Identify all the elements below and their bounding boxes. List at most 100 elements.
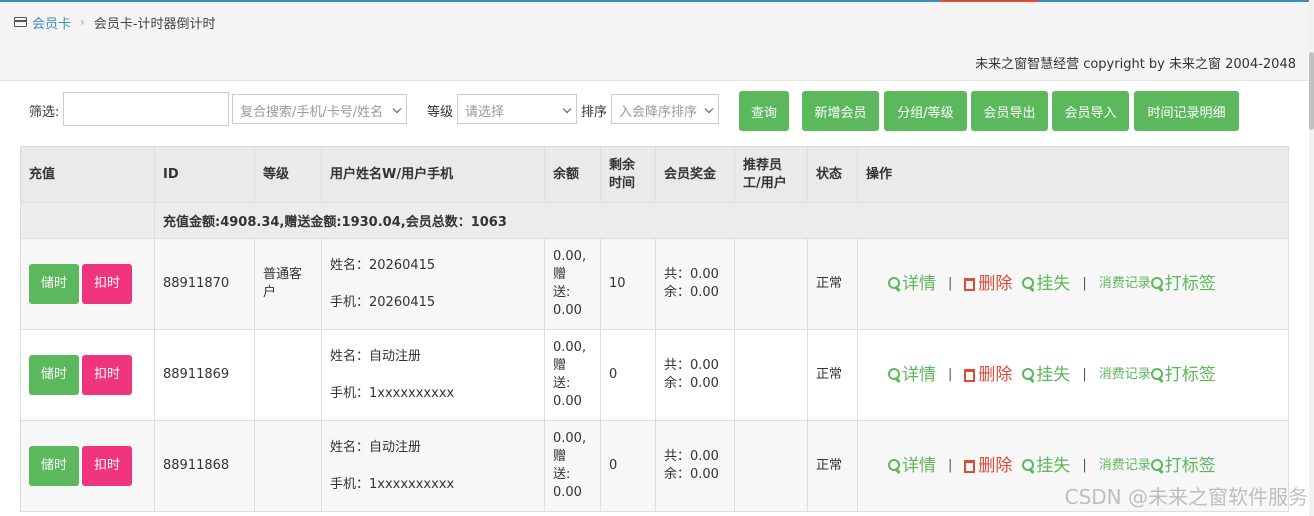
bonus-cell: 共：0.00 余：0.00 bbox=[655, 329, 735, 421]
search-icon bbox=[888, 277, 900, 291]
bonus-cell: 共：0.00 余：0.00 bbox=[655, 238, 735, 330]
balance-line3: 送: bbox=[553, 285, 571, 300]
chevron-right-icon: › bbox=[80, 15, 85, 29]
user-cell: 姓名：自动注册 手机：1xxxxxxxxxx bbox=[321, 420, 545, 512]
delete-link[interactable]: 删除 bbox=[964, 457, 1012, 475]
store-time-button[interactable]: 储时 bbox=[29, 355, 79, 395]
ops-cell: 详情 | 删除 挂失 | 消费记录 打标签 bbox=[857, 329, 1289, 421]
search-icon bbox=[888, 368, 900, 382]
deduct-time-button[interactable]: 扣时 bbox=[82, 355, 132, 395]
user-cell: 姓名：20260415 手机：20260415 bbox=[321, 238, 545, 330]
breadcrumb-root-link[interactable]: 会员卡 bbox=[32, 13, 71, 32]
header-remaining-line2: 时间 bbox=[609, 175, 636, 191]
referrer-cell bbox=[734, 238, 808, 330]
level-cell: 普通客户 bbox=[254, 238, 322, 330]
balance-cell: 0.00, 赠 送: 0.00 bbox=[544, 329, 601, 421]
user-name: 姓名：自动注册 bbox=[330, 348, 422, 364]
level-cell bbox=[254, 329, 322, 421]
balance-line1: 0.00, bbox=[553, 340, 587, 355]
card-icon bbox=[14, 17, 27, 27]
level-select[interactable]: 请选择 bbox=[457, 94, 577, 124]
table-row: 储时 扣时 88911869 姓名：自动注册 手机：1xxxxxxxxxx 0.0… bbox=[20, 329, 1289, 421]
top-accent-red bbox=[940, 0, 1038, 2]
deduct-time-button[interactable]: 扣时 bbox=[82, 446, 132, 486]
bonus-total: 共：0.00 bbox=[664, 449, 719, 464]
balance-line2: 赠 bbox=[553, 358, 567, 373]
member-export-button[interactable]: 会员导出 bbox=[971, 91, 1048, 131]
search-icon bbox=[1022, 277, 1035, 291]
header-remaining-line1: 剩余 bbox=[609, 157, 636, 173]
remaining-cell: 10 bbox=[600, 238, 656, 330]
consumption-records-link[interactable]: 消费记录 bbox=[1099, 457, 1151, 475]
top-accent-line bbox=[0, 0, 1314, 2]
referrer-cell bbox=[734, 420, 808, 512]
deduct-time-button[interactable]: 扣时 bbox=[82, 264, 132, 304]
ops-cell: 详情 | 删除 挂失 | 消费记录 打标签 bbox=[857, 238, 1289, 330]
filter-input[interactable] bbox=[63, 92, 229, 126]
header-remaining: 剩余 时间 bbox=[600, 146, 656, 203]
delete-link[interactable]: 删除 bbox=[964, 366, 1012, 384]
search-icon bbox=[888, 459, 900, 473]
balance-line2: 赠 bbox=[553, 267, 567, 282]
balance-line3: 送: bbox=[553, 467, 571, 482]
report-lost-link[interactable]: 挂失 bbox=[1022, 366, 1070, 384]
consumption-records-link[interactable]: 消费记录 bbox=[1099, 275, 1151, 293]
balance-line4: 0.00 bbox=[553, 394, 582, 409]
user-gap bbox=[330, 366, 536, 385]
store-time-button[interactable]: 储时 bbox=[29, 446, 79, 486]
detail-label: 详情 bbox=[902, 456, 936, 476]
sort-label: 排序 bbox=[581, 105, 608, 120]
recharge-cell: 储时 扣时 bbox=[20, 420, 155, 512]
detail-link[interactable]: 详情 bbox=[888, 457, 936, 475]
header-bonus: 会员奖金 bbox=[655, 146, 735, 203]
detail-label: 详情 bbox=[902, 274, 936, 294]
header-level: 等级 bbox=[254, 146, 322, 203]
tag-link[interactable]: 打标签 bbox=[1150, 366, 1216, 384]
detail-link[interactable]: 详情 bbox=[888, 366, 936, 384]
search-icon bbox=[1150, 459, 1163, 473]
tag-link[interactable]: 打标签 bbox=[1150, 274, 1216, 294]
chevron-down-icon bbox=[392, 104, 402, 114]
group-level-button[interactable]: 分组/等级 bbox=[884, 91, 967, 131]
balance-line4: 0.00 bbox=[553, 303, 582, 318]
table-row: 储时 扣时 88911870 普通客户 姓名：20260415 手机：202604… bbox=[20, 238, 1289, 330]
header-id: ID bbox=[154, 146, 255, 203]
detail-label: 详情 bbox=[902, 365, 936, 385]
header-referrer-line2: 工/用户 bbox=[743, 175, 787, 191]
balance-line4: 0.00 bbox=[553, 485, 582, 500]
separator: | bbox=[1082, 458, 1087, 473]
header-user: 用户姓名W/用户手机 bbox=[321, 146, 545, 203]
detail-link[interactable]: 详情 bbox=[888, 275, 936, 293]
lost-label: 挂失 bbox=[1036, 456, 1071, 476]
vertical-scrollbar[interactable] bbox=[1309, 0, 1314, 516]
status-cell: 正常 bbox=[807, 329, 858, 421]
scrollbar-thumb[interactable] bbox=[1309, 52, 1314, 130]
lost-label: 挂失 bbox=[1036, 365, 1071, 385]
tag-link[interactable]: 打标签 bbox=[1150, 457, 1216, 475]
balance-cell: 0.00, 赠 送: 0.00 bbox=[544, 420, 601, 512]
sort-select[interactable]: 入会降序排序 bbox=[611, 94, 719, 124]
add-member-button[interactable]: 新增会员 bbox=[802, 91, 879, 131]
search-icon bbox=[1150, 277, 1163, 291]
summary-row: 充值金额:4908.34,赠送金额:1930.04,会员总数：1063 bbox=[20, 202, 1289, 239]
trash-icon bbox=[964, 459, 976, 473]
delete-link[interactable]: 删除 bbox=[964, 275, 1012, 293]
member-import-button[interactable]: 会员导入 bbox=[1052, 91, 1129, 131]
user-name: 姓名：自动注册 bbox=[330, 439, 422, 455]
user-name: 姓名：20260415 bbox=[330, 257, 436, 273]
lost-label: 挂失 bbox=[1036, 274, 1071, 294]
header-ops: 操作 bbox=[857, 146, 1289, 203]
report-lost-link[interactable]: 挂失 bbox=[1022, 457, 1070, 475]
tag-label: 打标签 bbox=[1164, 274, 1216, 294]
report-lost-link[interactable]: 挂失 bbox=[1022, 275, 1070, 293]
table-header-row: 充值 ID 等级 用户姓名W/用户手机 余额 剩余 时间 会员奖金 推荐员 工/用户… bbox=[20, 146, 1289, 203]
time-records-button[interactable]: 时间记录明细 bbox=[1134, 91, 1239, 131]
bonus-total: 共：0.00 bbox=[664, 358, 719, 373]
store-time-button[interactable]: 储时 bbox=[29, 264, 79, 304]
status-cell: 正常 bbox=[807, 238, 858, 330]
user-cell: 姓名：自动注册 手机：1xxxxxxxxxx bbox=[321, 329, 545, 421]
consumption-records-link[interactable]: 消费记录 bbox=[1099, 366, 1151, 384]
breadcrumb: 会员卡 › 会员卡-计时器倒计时 bbox=[14, 13, 216, 32]
query-button[interactable]: 查询 bbox=[739, 91, 789, 131]
search-select[interactable]: 复合搜索/手机/卡号/姓名 bbox=[232, 94, 407, 124]
